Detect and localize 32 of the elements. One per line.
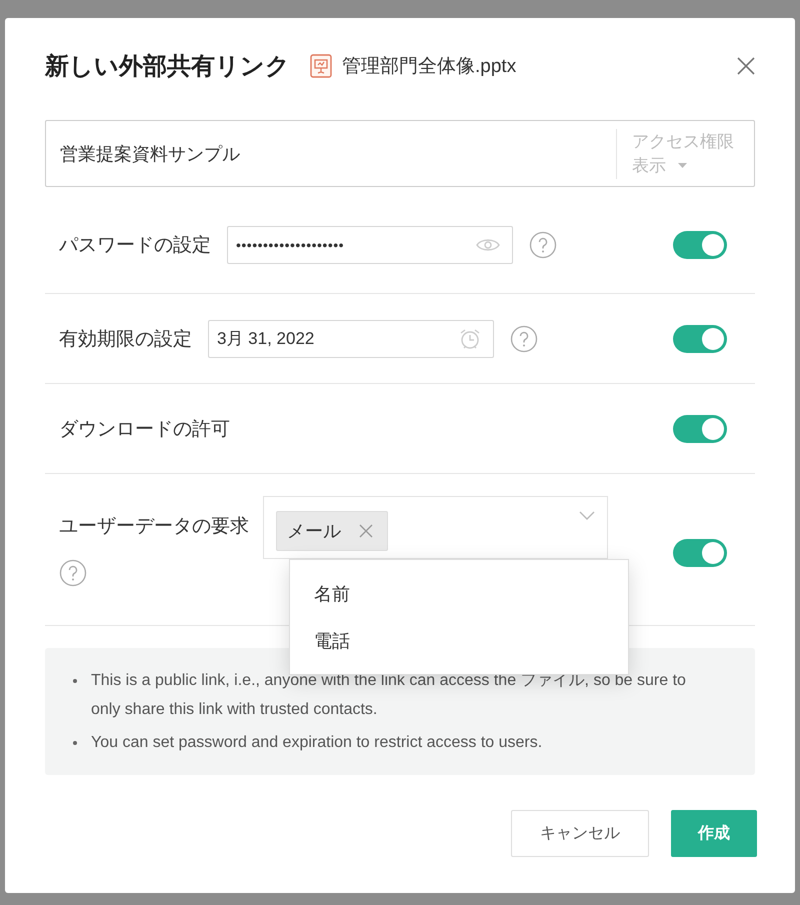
toggle-switch[interactable] (673, 231, 727, 259)
date-field[interactable]: 3月 31, 2022 (208, 320, 494, 358)
password-field[interactable]: •••••••••••••••••••• (227, 226, 513, 264)
alarm-clock-icon[interactable] (459, 328, 481, 350)
toggle-switch[interactable] (673, 414, 727, 442)
chevron-down-icon[interactable] (579, 511, 595, 521)
eye-icon[interactable] (476, 237, 500, 253)
bullet-icon (73, 679, 77, 683)
help-icon[interactable] (59, 559, 87, 587)
dialog-title: 新しい外部共有リンク (45, 52, 290, 82)
cancel-button[interactable]: キャンセル (511, 810, 649, 857)
file-name: 管理部門全体像.pptx (342, 55, 516, 79)
help-icon[interactable] (510, 324, 538, 352)
caret-icon[interactable] (678, 163, 687, 168)
close-icon[interactable] (737, 57, 755, 75)
bullet-icon (73, 741, 77, 745)
dropdown-option[interactable]: 名前 (290, 570, 628, 617)
multi-select-field[interactable]: メール (263, 496, 608, 559)
notice-text: You can set password and expiration to restrict access to users. (91, 733, 542, 753)
dropdown-option[interactable]: 電話 (290, 617, 628, 664)
setting-label: ユーザーデータの要求 (59, 515, 249, 539)
link-name-field[interactable]: 営業提案資料サンプル アクセス権限 表示 (45, 120, 755, 187)
close-icon[interactable] (359, 524, 373, 538)
presentation-file-icon (310, 54, 332, 78)
setting-label: ダウンロードの許可 (59, 418, 230, 442)
setting-label: パスワードの設定 (59, 234, 211, 258)
tag-label: メール (287, 520, 341, 543)
help-icon[interactable] (529, 231, 557, 259)
access-label: アクセス権限 (632, 130, 734, 152)
setting-label: 有効期限の設定 (59, 328, 192, 352)
toggle-switch[interactable] (673, 324, 727, 352)
toggle-switch[interactable] (673, 539, 727, 567)
